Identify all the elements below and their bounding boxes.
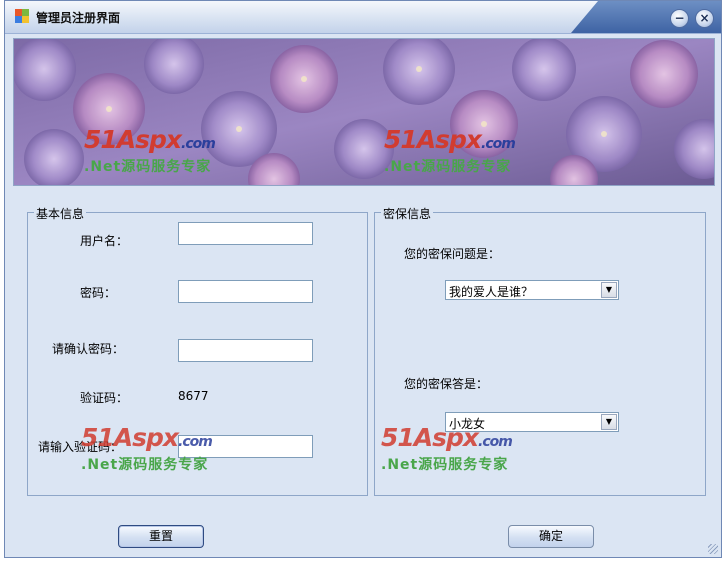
watermark-slogan: .Net源码服务专家 [381, 457, 509, 473]
watermark-logo: 51Aspx [384, 125, 482, 154]
registration-window: 管理员注册界面 − × 51Aspx.com .Net源码服务专家 51Aspx… [4, 0, 722, 558]
form-watermark-right: 51Aspx.com .Net源码服务专家 [381, 423, 513, 474]
confirm-password-input[interactable] [178, 339, 313, 362]
password-label: 密码： [80, 286, 117, 300]
username-input[interactable] [178, 222, 313, 245]
watermark-slogan: .Net源码服务专家 [384, 159, 512, 175]
watermark-logo: 51Aspx [81, 423, 179, 452]
watermark-domain: .com [178, 434, 213, 450]
security-question-label: 您的密保问题是： [404, 247, 501, 261]
window-title: 管理员注册界面 [36, 11, 121, 25]
reset-button[interactable]: 重置 [118, 525, 204, 548]
banner-watermark-left: 51Aspx.com .Net源码服务专家 [84, 125, 216, 176]
title-bar[interactable]: 管理员注册界面 − × [5, 1, 721, 34]
banner-watermark-right: 51Aspx.com .Net源码服务专家 [384, 125, 516, 176]
security-answer-label: 您的密保答是： [404, 377, 489, 391]
watermark-logo: 51Aspx [381, 423, 479, 452]
form-watermark-left: 51Aspx.com .Net源码服务专家 [81, 423, 213, 474]
banner-image: 51Aspx.com .Net源码服务专家 51Aspx.com .Net源码服… [13, 38, 715, 186]
security-info-legend: 密保信息 [381, 205, 434, 222]
watermark-domain: .com [478, 434, 513, 450]
watermark-logo: 51Aspx [84, 125, 182, 154]
minimize-icon: − [674, 11, 685, 25]
minimize-button[interactable]: − [670, 9, 689, 28]
app-icon [15, 9, 29, 23]
ok-button[interactable]: 确定 [508, 525, 594, 548]
watermark-slogan: .Net源码服务专家 [84, 159, 212, 175]
username-label: 用户名： [80, 234, 129, 248]
confirm-password-label: 请确认密码： [52, 342, 125, 356]
security-question-select[interactable]: 我的爱人是谁？ ▼ [445, 280, 619, 300]
captcha-value: 8677 [178, 389, 209, 403]
resize-grip[interactable] [708, 544, 718, 554]
chevron-down-icon[interactable]: ▼ [601, 414, 617, 430]
captcha-label: 验证码： [80, 391, 129, 405]
close-icon: × [699, 11, 710, 25]
basic-info-legend: 基本信息 [34, 205, 87, 222]
password-input[interactable] [178, 280, 313, 303]
close-button[interactable]: × [695, 9, 714, 28]
security-question-value: 我的爱人是谁？ [449, 285, 534, 299]
watermark-domain: .com [481, 136, 516, 152]
chevron-down-icon[interactable]: ▼ [601, 282, 617, 298]
watermark-slogan: .Net源码服务专家 [81, 457, 209, 473]
watermark-domain: .com [181, 136, 216, 152]
